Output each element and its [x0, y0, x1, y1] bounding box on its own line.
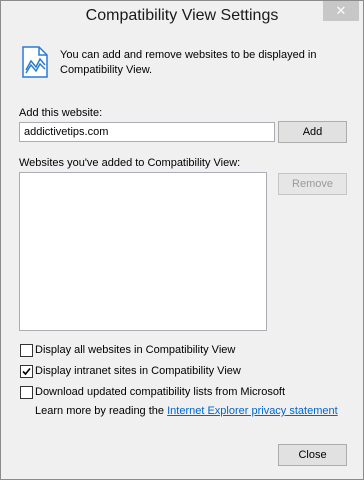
checkbox-download-lists[interactable]: [20, 386, 33, 399]
close-button[interactable]: Close: [278, 444, 347, 466]
title-bar: Compatibility View Settings ✕: [1, 1, 363, 32]
checkbox-display-all[interactable]: [20, 344, 33, 357]
remove-button[interactable]: Remove: [278, 173, 347, 195]
option-label: Display intranet sites in Compatibility …: [35, 365, 241, 377]
page-graph-icon: [22, 46, 48, 78]
privacy-statement-link[interactable]: Internet Explorer privacy statement: [167, 405, 338, 417]
websites-list-label: Websites you've added to Compatibility V…: [19, 157, 241, 169]
websites-listbox[interactable]: [19, 172, 267, 331]
checkbox-intranet[interactable]: [20, 365, 33, 378]
dialog-title: Compatibility View Settings: [85, 7, 279, 24]
title-close-button[interactable]: ✕: [323, 1, 359, 21]
close-icon: ✕: [335, 3, 347, 18]
check-icon: [22, 367, 31, 376]
dialog-window: Compatibility View Settings ✕ You can ad…: [0, 0, 364, 480]
learn-more-text: Learn more by reading the Internet Explo…: [35, 405, 338, 417]
add-website-label: Add this website:: [19, 107, 103, 119]
option-label: Download updated compatibility lists fro…: [35, 386, 286, 398]
learn-more-prefix: Learn more by reading the: [35, 405, 168, 417]
website-input[interactable]: [19, 122, 275, 142]
info-text: You can add and remove websites to be di…: [60, 49, 317, 76]
option-label: Display all websites in Compatibility Vi…: [35, 344, 236, 356]
add-button[interactable]: Add: [278, 121, 347, 143]
